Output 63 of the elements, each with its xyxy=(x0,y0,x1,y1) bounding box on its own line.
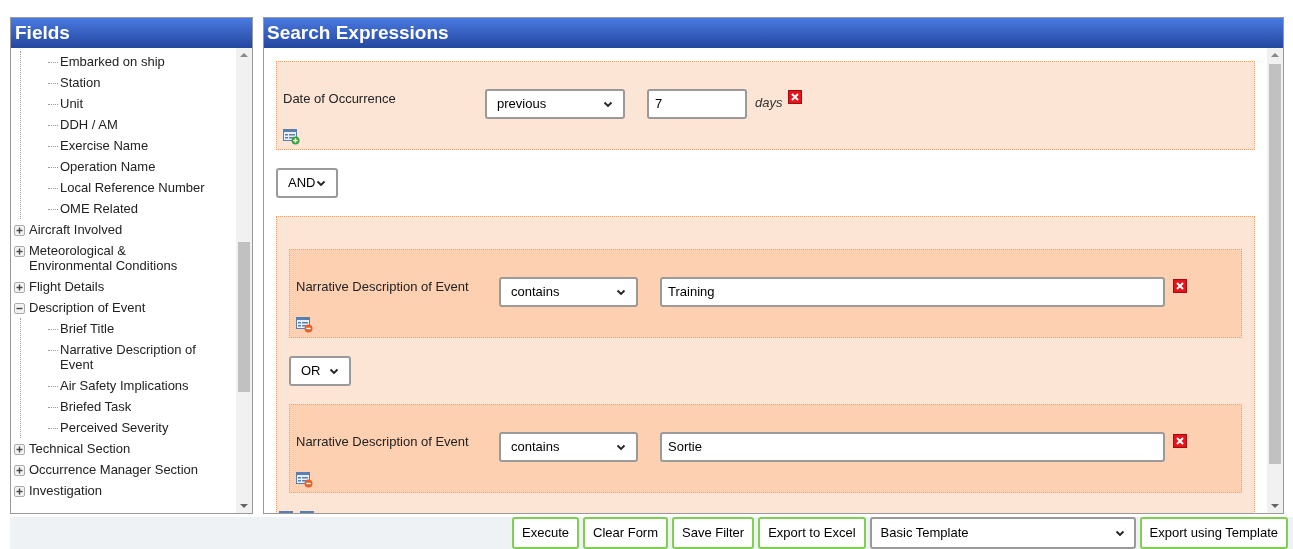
tree-item[interactable]: OME Related xyxy=(60,201,139,216)
tree-item[interactable]: Flight Details xyxy=(29,279,105,294)
tree-item[interactable]: Exercise Name xyxy=(60,138,149,153)
expand-icon[interactable] xyxy=(14,465,25,476)
tree-item[interactable]: Local Reference Number xyxy=(60,180,205,195)
operator-select[interactable]: contains xyxy=(499,432,638,462)
caret-icon xyxy=(616,442,626,452)
tree-item[interactable]: Operation Name xyxy=(60,159,156,174)
tree-item[interactable]: Station xyxy=(60,75,101,90)
tree-item[interactable]: Perceived Severity xyxy=(60,420,169,435)
tree-item[interactable]: Investigation xyxy=(29,483,102,498)
operator-select[interactable]: contains xyxy=(499,277,638,307)
action-button[interactable]: Save Filter xyxy=(672,517,755,549)
scrollbar[interactable] xyxy=(1267,48,1283,513)
caret-icon xyxy=(603,99,613,109)
expand-icon[interactable] xyxy=(14,282,25,293)
collapse-icon[interactable] xyxy=(14,303,25,314)
action-button[interactable]: Export to Excel xyxy=(758,517,866,549)
expand-icon[interactable] xyxy=(14,246,25,257)
caret-icon xyxy=(1114,528,1125,538)
value-input[interactable]: Sortie xyxy=(660,432,1165,462)
operator-select[interactable]: OR xyxy=(289,356,351,386)
tree-item[interactable]: Brief Title xyxy=(60,321,115,336)
delete-icon[interactable] xyxy=(788,90,803,104)
tree-item[interactable]: DDH / AM xyxy=(60,117,118,132)
delete-icon[interactable] xyxy=(1173,434,1187,448)
panel-title: Fields xyxy=(11,18,252,48)
field-label: Date of Occurrence xyxy=(283,90,397,108)
expand-icon[interactable] xyxy=(14,444,25,455)
add-row-icon[interactable] xyxy=(283,129,300,145)
remove-row-icon[interactable] xyxy=(296,472,313,488)
scrollbar[interactable] xyxy=(236,48,252,513)
field-label: Narrative Description of Event xyxy=(296,433,470,451)
tree-item[interactable]: Meteorological & Environmental Conditions xyxy=(29,243,209,273)
operator-select[interactable]: previous xyxy=(485,89,625,119)
tree-item[interactable]: Description of Event xyxy=(29,300,146,315)
unit-label: days xyxy=(755,94,783,112)
tree-item[interactable]: Narrative Description of Event xyxy=(60,342,210,372)
tree-item[interactable]: Technical Section xyxy=(29,441,131,456)
template-select[interactable]: Basic Template xyxy=(869,517,1136,549)
scrollbar-thumb[interactable] xyxy=(238,242,250,392)
tree-item[interactable]: Unit xyxy=(60,96,84,111)
caret-icon xyxy=(329,366,339,376)
value-input[interactable]: 7 xyxy=(647,89,747,119)
value-input[interactable]: Training xyxy=(660,277,1165,307)
tree-item[interactable]: Aircraft Involved xyxy=(29,222,123,237)
field-label: Narrative Description of Event xyxy=(296,278,470,296)
scrollbar-thumb[interactable] xyxy=(1269,64,1281,464)
tree-item[interactable]: Briefed Task xyxy=(60,399,132,414)
panel-title: Search Expressions xyxy=(264,18,1283,48)
action-button[interactable]: Export using Template xyxy=(1139,517,1288,549)
caret-icon xyxy=(616,287,626,297)
tree-item[interactable]: Embarked on ship xyxy=(60,54,165,69)
remove-row-icon[interactable] xyxy=(296,317,313,333)
operator-select[interactable]: AND xyxy=(276,168,338,198)
expand-icon[interactable] xyxy=(14,225,25,236)
delete-icon[interactable] xyxy=(1173,279,1187,293)
caret-icon xyxy=(316,178,326,188)
action-button[interactable]: Clear Form xyxy=(583,517,669,549)
action-button[interactable]: Execute xyxy=(512,517,579,549)
expand-icon[interactable] xyxy=(14,486,25,497)
tree-item[interactable]: Occurrence Manager Section xyxy=(29,462,199,477)
tree-item[interactable]: Air Safety Implications xyxy=(60,378,189,393)
